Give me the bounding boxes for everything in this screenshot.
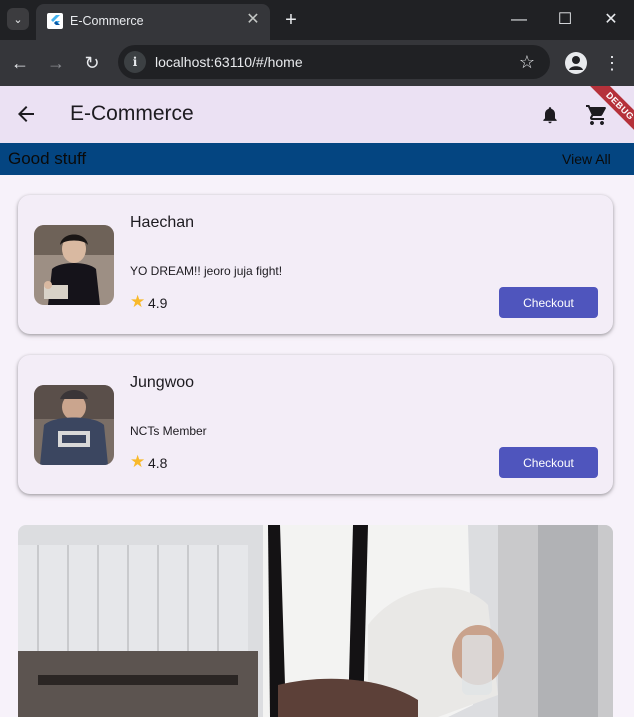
star-icon: ★ xyxy=(130,292,146,311)
checkout-button[interactable]: Checkout xyxy=(499,287,598,318)
product-rating: 4.9 xyxy=(148,295,168,311)
product-description: YO DREAM!! jeoro juja fight! xyxy=(130,264,283,278)
site-info-icon[interactable]: i xyxy=(124,51,146,73)
bookmark-star-icon[interactable]: ☆ xyxy=(516,51,538,73)
tab-close-icon[interactable]: ✕ xyxy=(244,11,262,29)
tab-search-button[interactable]: ⌄ xyxy=(7,8,29,30)
checkout-button[interactable]: Checkout xyxy=(499,447,598,478)
back-button[interactable]: ← xyxy=(8,51,32,75)
product-card[interactable]: Haechan YO DREAM!! jeoro juja fight! ★ 4… xyxy=(18,195,613,334)
shopping-cart-icon[interactable] xyxy=(585,103,609,127)
notifications-icon[interactable] xyxy=(540,105,560,125)
star-icon: ★ xyxy=(130,452,146,471)
section-title: Good stuff xyxy=(8,149,87,168)
forward-button[interactable]: → xyxy=(44,51,68,75)
flutter-icon xyxy=(47,13,63,29)
arrow-back-icon[interactable] xyxy=(14,102,38,126)
product-thumbnail xyxy=(34,385,114,465)
browser-tab-strip: ⌄ E-Commerce ✕ + — ☐ ✕ xyxy=(0,0,634,40)
app-title: E-Commerce xyxy=(70,102,194,125)
tab-title: E-Commerce xyxy=(70,14,144,28)
minimize-button[interactable]: — xyxy=(506,8,532,32)
app-bar: E-Commerce DEBUG xyxy=(0,86,634,143)
profile-avatar[interactable] xyxy=(565,52,587,74)
featured-product-image[interactable] xyxy=(18,525,613,717)
browser-menu-button[interactable]: ⋮ xyxy=(602,51,622,75)
browser-tab[interactable]: E-Commerce ✕ xyxy=(36,4,270,40)
window-close-button[interactable]: ✕ xyxy=(598,8,624,32)
url-text[interactable]: localhost:63110/#/home xyxy=(155,54,303,70)
new-tab-button[interactable]: + xyxy=(280,9,302,31)
reload-button[interactable]: ↻ xyxy=(80,51,104,75)
product-name: Jungwoo xyxy=(130,374,195,391)
browser-toolbar: ← → ↻ i localhost:63110/#/home ☆ ⋮ xyxy=(0,40,634,86)
product-name: Haechan xyxy=(130,214,195,231)
person-icon xyxy=(569,56,583,70)
address-bar[interactable]: i localhost:63110/#/home ☆ xyxy=(118,45,550,79)
maximize-button[interactable]: ☐ xyxy=(552,8,578,32)
product-rating: 4.8 xyxy=(148,455,168,471)
product-description: NCTs Member xyxy=(130,424,207,438)
product-card[interactable]: Jungwoo NCTs Member ★ 4.8 Checkout xyxy=(18,355,613,494)
view-all-link[interactable]: View All xyxy=(562,151,611,167)
product-thumbnail xyxy=(34,225,114,305)
section-header: Good stuff View All xyxy=(0,143,634,175)
